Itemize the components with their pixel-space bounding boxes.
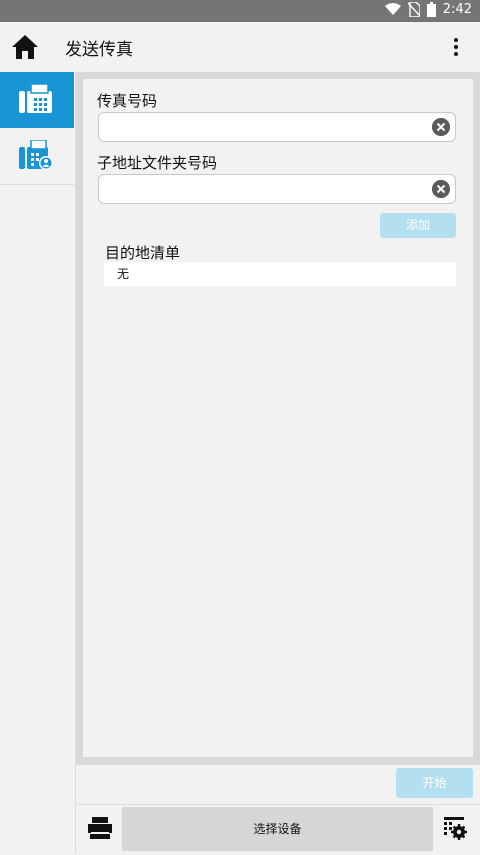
list-item[interactable]: 无 — [104, 262, 456, 286]
fax-number-input[interactable] — [105, 113, 429, 141]
sidebar — [0, 72, 76, 854]
add-button[interactable]: 添加 — [380, 213, 456, 238]
more-vertical-icon[interactable] — [446, 35, 466, 59]
page-title: 发送传真 — [65, 40, 133, 60]
battery-icon — [426, 2, 436, 17]
start-button[interactable]: 开始 — [396, 768, 473, 798]
printer-icon — [88, 817, 112, 839]
destination-list-title: 目的地清单 — [105, 244, 181, 262]
clear-icon[interactable] — [432, 180, 450, 198]
home-icon[interactable] — [11, 33, 39, 61]
select-device-button[interactable]: 选择设备 — [122, 807, 433, 851]
no-sim-icon — [407, 2, 420, 17]
fax-number-label: 传真号码 — [97, 92, 158, 110]
destination-item-label: 无 — [117, 267, 130, 281]
wifi-icon — [384, 3, 401, 15]
subaddress-label: 子地址文件夹号码 — [97, 154, 218, 172]
subaddress-field[interactable] — [98, 174, 456, 204]
app-bar: 发送传真 — [0, 22, 480, 73]
printer-settings-icon[interactable] — [443, 816, 467, 840]
sidebar-item-fax-address-book[interactable] — [0, 128, 74, 185]
fax-icon — [19, 84, 52, 113]
fax-contact-icon — [19, 140, 53, 170]
sidebar-item-fax-send[interactable] — [0, 72, 74, 128]
status-bar: 2:42 — [0, 0, 480, 22]
clock: 2:42 — [442, 2, 472, 17]
fax-number-field[interactable] — [98, 112, 456, 142]
clear-icon[interactable] — [432, 118, 450, 136]
subaddress-input[interactable] — [105, 175, 429, 203]
